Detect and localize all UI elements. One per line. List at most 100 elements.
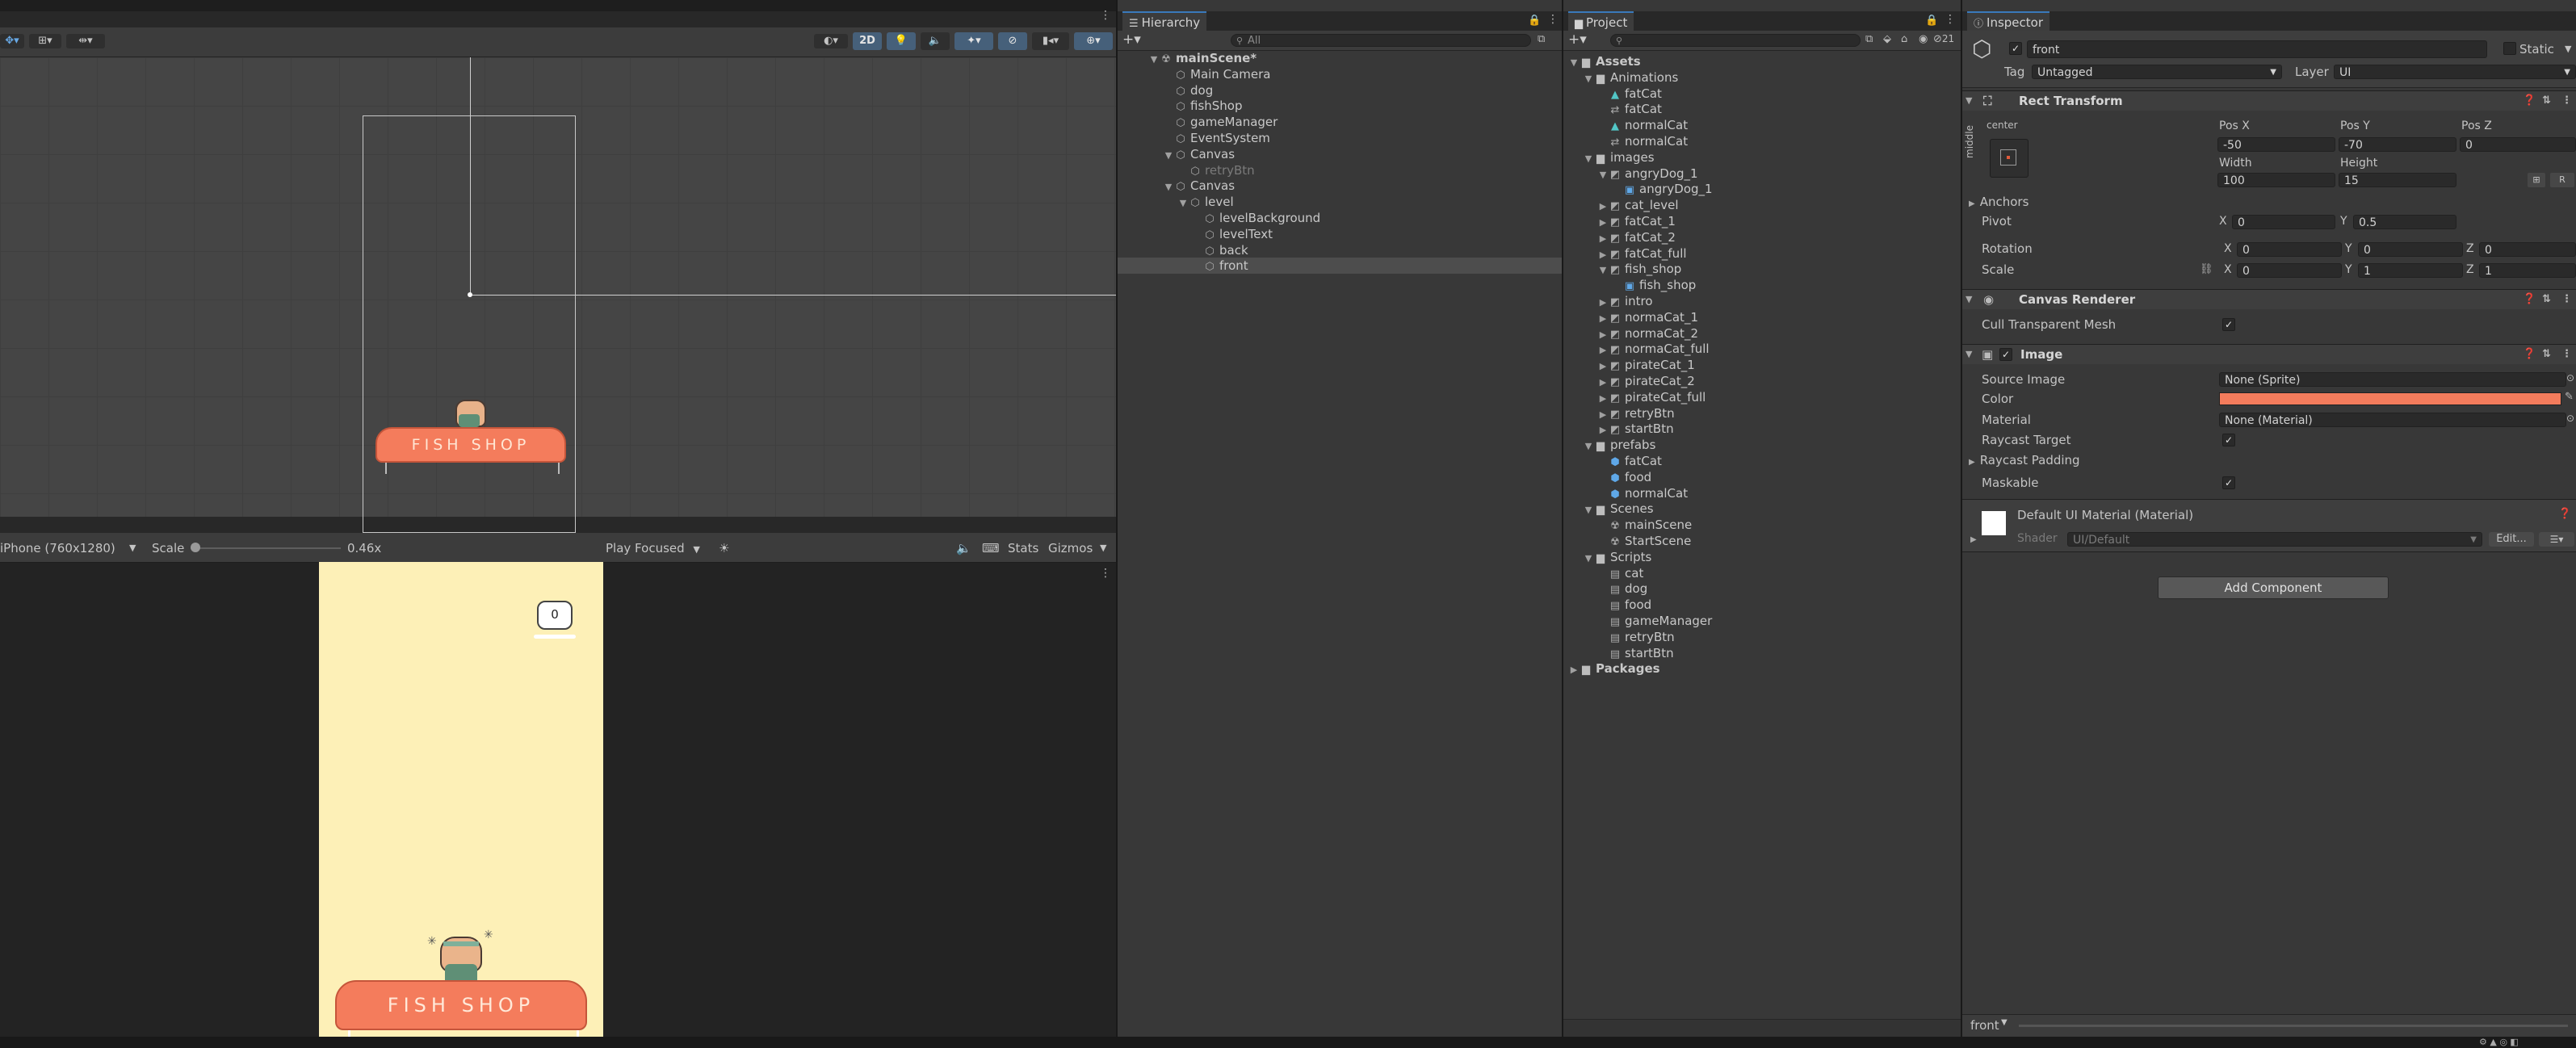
shader-dropdown[interactable]: UI/Default ▼ bbox=[2067, 532, 2482, 547]
tree-item[interactable]: ▼ ▆ images bbox=[1563, 149, 1961, 166]
tree-item[interactable]: ▤ cat bbox=[1563, 565, 1961, 581]
more-options-icon[interactable]: ⋮ bbox=[1547, 13, 1559, 26]
tree-item[interactable]: ▣ fish_shop bbox=[1563, 277, 1961, 293]
cull-transparent-checkbox[interactable]: ✓ bbox=[2222, 318, 2235, 331]
tree-item[interactable]: ▼ ⬡ Canvas bbox=[1118, 146, 1562, 162]
tree-item[interactable]: ⬡ levelText bbox=[1118, 226, 1562, 242]
tree-item[interactable]: ▼ ▆ Assets bbox=[1563, 53, 1961, 69]
raycast-padding-foldout[interactable]: ▶ Raycast Padding bbox=[1969, 452, 2080, 471]
tree-item[interactable]: ▲ normalCat bbox=[1563, 117, 1961, 133]
tree-item[interactable]: ☢ StartScene bbox=[1563, 533, 1961, 549]
object-name-field[interactable]: front bbox=[2027, 40, 2487, 58]
gizmos-globe-icon[interactable]: ⊕▾ bbox=[1074, 32, 1113, 50]
tree-item[interactable]: ▶ ◩ pirateCat_1 bbox=[1563, 357, 1961, 373]
static-chevron-icon[interactable]: ▼ bbox=[2565, 40, 2571, 58]
tree-item[interactable]: ⬡ gameManager bbox=[1118, 114, 1562, 130]
rect-transform-header[interactable]: ▼ ⛶ Rect Transform ❓ ⇅ ⋮ bbox=[1962, 90, 2576, 111]
tree-item[interactable]: ⬡ back bbox=[1118, 242, 1562, 258]
help-icon[interactable]: ❓ bbox=[2523, 290, 2536, 309]
anchor-presets-button[interactable] bbox=[1990, 139, 2028, 178]
scale-slider[interactable] bbox=[191, 543, 341, 552]
tree-item[interactable]: ▶ ◩ cat_level bbox=[1563, 197, 1961, 213]
tree-item[interactable]: ⬡ front bbox=[1118, 258, 1562, 275]
star-icon[interactable]: ◉ bbox=[1919, 33, 1928, 45]
foldout-arrow-icon[interactable]: ▼ bbox=[1966, 91, 1972, 111]
rot-x-field[interactable]: 0 bbox=[2237, 242, 2342, 257]
inspector-tab[interactable]: ⓘ Inspector bbox=[1967, 11, 2049, 31]
tag-dropdown[interactable]: Untagged ▼ bbox=[2032, 65, 2282, 79]
draw-mode-dropdown[interactable]: ◐▾ bbox=[814, 34, 848, 48]
footer-chevron-icon[interactable]: ▼ bbox=[2001, 1018, 2008, 1027]
active-checkbox[interactable]: ✓ bbox=[2009, 42, 2022, 55]
stats-button[interactable]: Stats bbox=[1008, 540, 1038, 556]
hidden-objects-icon[interactable]: ⊘ bbox=[998, 32, 1027, 50]
tree-item[interactable]: ▶ ◩ normaCat_1 bbox=[1563, 309, 1961, 325]
more-options-icon[interactable]: ⋮ bbox=[1945, 13, 1956, 26]
tree-item[interactable]: ⬡ EventSystem bbox=[1118, 130, 1562, 146]
rot-y-field[interactable]: 0 bbox=[2358, 242, 2463, 257]
search-by-label-icon[interactable]: ⬙ bbox=[1883, 33, 1891, 45]
pos-z-field[interactable]: 0 bbox=[2460, 137, 2576, 152]
tree-item[interactable]: ▼ ⬡ Canvas bbox=[1118, 178, 1562, 194]
canvas-renderer-header[interactable]: ▼ ◉ Canvas Renderer ❓ ⇅ ⋮ bbox=[1962, 289, 2576, 309]
tree-item[interactable]: ▼ ▆ Animations bbox=[1563, 69, 1961, 86]
lock-icon[interactable]: 🔒 bbox=[1528, 15, 1541, 27]
tree-item[interactable]: ⬡ Main Camera bbox=[1118, 66, 1562, 82]
footer-resize-bar[interactable] bbox=[2019, 1025, 2568, 1027]
object-picker-icon[interactable]: ⊙ bbox=[2566, 372, 2574, 384]
snap-tool-icon[interactable]: ⇹▾ bbox=[66, 34, 105, 48]
pos-y-field[interactable]: -70 bbox=[2339, 137, 2456, 152]
tree-item[interactable]: ▤ startBtn bbox=[1563, 645, 1961, 661]
presets-icon[interactable]: ⇅ bbox=[2542, 290, 2551, 309]
tree-item[interactable]: ▼ ▆ Scripts bbox=[1563, 549, 1961, 565]
tree-item[interactable]: ⬢ food bbox=[1563, 469, 1961, 485]
tree-item[interactable]: ▼ ☢ mainScene* bbox=[1118, 50, 1562, 66]
layer-dropdown[interactable]: UI ▼ bbox=[2334, 65, 2576, 79]
scene-grid[interactable]: FISH SHOP bbox=[0, 57, 1116, 533]
project-scrollbar-bottom[interactable] bbox=[1563, 1019, 1961, 1037]
help-icon[interactable]: ❓ bbox=[2523, 91, 2536, 111]
tree-item[interactable]: ☢ mainScene bbox=[1563, 517, 1961, 533]
maskable-checkbox[interactable]: ✓ bbox=[2222, 476, 2235, 489]
tree-item[interactable]: ▣ angryDog_1 bbox=[1563, 181, 1961, 197]
tree-item[interactable]: ▤ food bbox=[1563, 597, 1961, 613]
mute-audio-icon[interactable]: 🔈 bbox=[956, 540, 971, 556]
tree-item[interactable]: ▶ ◩ pirateCat_2 bbox=[1563, 373, 1961, 389]
anchors-foldout[interactable]: ▶ Anchors bbox=[1969, 194, 2028, 212]
source-image-field[interactable]: None (Sprite) bbox=[2219, 372, 2566, 387]
search-by-type-icon[interactable]: ⧉ bbox=[1865, 33, 1873, 45]
tree-item[interactable]: ▶ ◩ normaCat_full bbox=[1563, 341, 1961, 357]
tree-item[interactable]: ⬡ fishShop bbox=[1118, 98, 1562, 114]
constrain-proportions-icon[interactable]: ⛓ bbox=[2200, 262, 2213, 278]
static-checkbox[interactable] bbox=[2503, 42, 2516, 55]
game-screen[interactable]: 0 ✳ ✳ FISH SHOP bbox=[319, 562, 603, 1037]
tag-icon[interactable]: ⌂ bbox=[1901, 33, 1907, 45]
camera-icon[interactable]: ▮◂▾ bbox=[1032, 32, 1069, 50]
component-menu-icon[interactable]: ⋮ bbox=[2561, 91, 2572, 111]
foldout-arrow-icon[interactable]: ▶ bbox=[1568, 662, 1580, 678]
pos-x-field[interactable]: -50 bbox=[2217, 137, 2335, 152]
tree-item[interactable]: ▶ ◩ fatCat_2 bbox=[1563, 229, 1961, 245]
foldout-arrow-icon[interactable]: ▼ bbox=[1966, 290, 1972, 309]
help-icon[interactable]: ❓ bbox=[2558, 508, 2571, 520]
tree-item[interactable]: ▶ ◩ normaCat_2 bbox=[1563, 325, 1961, 342]
add-component-button[interactable]: Add Component bbox=[2158, 576, 2389, 599]
rot-z-field[interactable]: 0 bbox=[2479, 242, 2576, 257]
presets-icon[interactable]: ⇅ bbox=[2542, 91, 2551, 111]
footer-object-label[interactable]: front bbox=[1970, 1018, 1999, 1033]
tree-item[interactable]: ⬡ retryBtn bbox=[1118, 162, 1562, 178]
tree-item[interactable]: ▤ gameManager bbox=[1563, 613, 1961, 629]
width-field[interactable]: 100 bbox=[2217, 173, 2335, 187]
tree-item[interactable]: ▤ retryBtn bbox=[1563, 629, 1961, 645]
hidden-packages-icon[interactable]: ⊘21 bbox=[1933, 33, 1954, 45]
color-swatch[interactable] bbox=[2219, 392, 2561, 405]
scale-slider-thumb[interactable] bbox=[191, 543, 200, 552]
tree-item[interactable]: ▼ ◩ fish_shop bbox=[1563, 261, 1961, 277]
tree-item[interactable]: ▤ dog bbox=[1563, 581, 1961, 597]
tree-item[interactable]: ▶ ▆ Packages bbox=[1563, 660, 1961, 677]
toggle-2d-button[interactable]: 2D bbox=[853, 32, 882, 50]
bug-icon[interactable]: ☀ bbox=[719, 540, 729, 556]
material-foldout-icon[interactable]: ▶ bbox=[1970, 535, 1977, 544]
eyedropper-icon[interactable]: ✎ bbox=[2565, 391, 2574, 403]
image-enabled-checkbox[interactable]: ✓ bbox=[1999, 348, 2012, 361]
